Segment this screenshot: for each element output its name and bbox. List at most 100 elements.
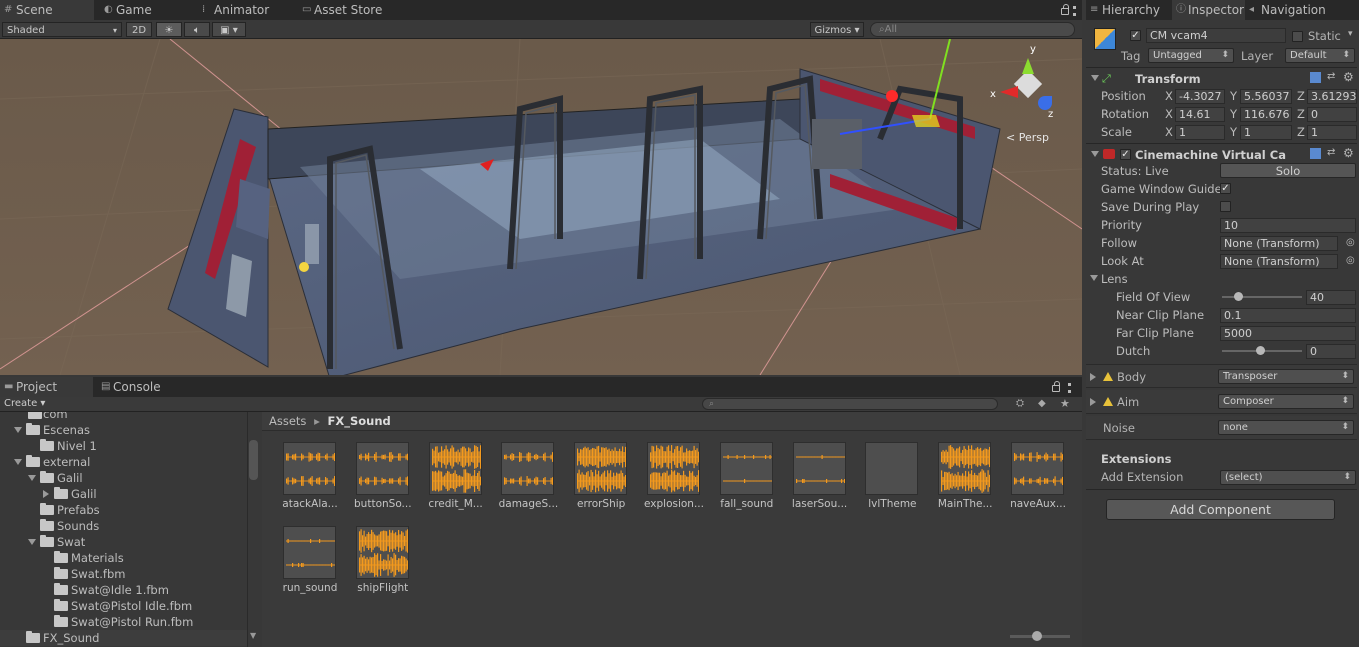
expand-arrow-icon[interactable] [1091, 151, 1099, 157]
tree-item-fx-sound[interactable]: FX_Sound [0, 630, 247, 646]
scale-y-field[interactable]: 1 [1240, 125, 1292, 140]
lock-icon[interactable] [1061, 4, 1069, 15]
tree-item-nivel1[interactable]: Nivel 1 [0, 438, 247, 454]
look-at-field[interactable]: None (Transform) [1220, 254, 1338, 269]
orientation-gizmo[interactable]: y x z [990, 44, 1070, 124]
far-clip-field[interactable]: 5000 [1220, 326, 1356, 341]
active-checkbox[interactable]: ✓ [1130, 30, 1141, 41]
tree-item-sounds[interactable]: Sounds [0, 518, 247, 534]
tab-hierarchy[interactable]: ≡ Hierarchy [1086, 0, 1172, 20]
tab-console[interactable]: ▤ Console [97, 377, 195, 397]
tab-animator[interactable]: ⁞ Animator [198, 0, 298, 20]
solo-button[interactable]: Solo [1220, 163, 1356, 178]
audio-asset[interactable]: lvlTheme [865, 442, 929, 522]
gizmos-dropdown[interactable]: Gizmos ▾ [810, 22, 864, 37]
project-search-input[interactable]: ⌕ [702, 398, 998, 410]
tree-item-galil-sub[interactable]: Galil [0, 486, 247, 502]
tab-navigation[interactable]: ◂ Navigation [1245, 0, 1331, 20]
lighting-toggle[interactable]: ☀ [156, 22, 182, 37]
aim-dropdown[interactable]: Composer [1218, 394, 1354, 409]
transform-header[interactable]: ⤢ Transform ⇄ ⚙ [1086, 70, 1359, 88]
audio-asset[interactable]: naveAux... [1010, 442, 1075, 522]
tree-item-com[interactable]: com [0, 412, 247, 422]
audio-asset[interactable]: MainThe... [938, 442, 1002, 522]
tree-item-swat[interactable]: Swat [0, 534, 247, 550]
expand-arrow-icon[interactable] [14, 427, 22, 433]
panel-menu-icon[interactable] [1068, 383, 1071, 393]
position-y-field[interactable]: 5.56037 [1240, 89, 1292, 104]
dutch-slider-knob[interactable] [1256, 346, 1265, 355]
scene-search-input[interactable]: ⌕All [870, 22, 1075, 37]
audio-asset[interactable]: explosion... [644, 442, 711, 522]
position-x-field[interactable]: -4.3027 [1175, 89, 1225, 104]
priority-field[interactable]: 10 [1220, 218, 1356, 233]
settings-gear-icon[interactable]: ⚙ [1343, 70, 1354, 84]
tree-item-swat-pistol-idle[interactable]: Swat@Pistol Idle.fbm [0, 598, 247, 614]
cinemachine-enabled-checkbox[interactable]: ✓ [1120, 149, 1131, 160]
filter-label-icon[interactable]: ◆ [1038, 398, 1046, 409]
tag-dropdown[interactable]: Untagged [1148, 48, 1234, 63]
object-name-field[interactable]: CM vcam4 [1146, 28, 1286, 43]
layer-dropdown[interactable]: Default [1285, 48, 1355, 63]
filter-type-icon[interactable]: ⛭ [1016, 398, 1024, 409]
scene-viewport[interactable]: y x z < Persp [0, 39, 1082, 375]
lens-row[interactable]: Lens [1086, 270, 1357, 288]
mode-2d-button[interactable]: 2D [126, 22, 152, 37]
collapse-arrow-icon[interactable] [43, 490, 49, 498]
scale-x-field[interactable]: 1 [1175, 125, 1225, 140]
effects-toggle[interactable]: ▣ ▾ [212, 22, 246, 37]
tree-item-escenas[interactable]: Escenas [0, 422, 247, 438]
expand-arrow-icon[interactable] [14, 459, 22, 465]
thumbnail-size-knob[interactable] [1032, 631, 1042, 641]
static-checkbox[interactable] [1292, 31, 1303, 42]
tab-game[interactable]: ◐ Game [100, 0, 198, 20]
add-extension-dropdown[interactable]: (select) [1220, 470, 1356, 485]
body-dropdown[interactable]: Transposer [1218, 369, 1354, 384]
persp-label[interactable]: < Persp [1006, 131, 1049, 144]
follow-field[interactable]: None (Transform) [1220, 236, 1338, 251]
audio-asset[interactable]: damageS... [499, 442, 565, 522]
collapse-arrow-icon[interactable] [1090, 398, 1096, 406]
preset-icon[interactable]: ⇄ [1327, 71, 1335, 82]
book-icon[interactable] [1310, 148, 1321, 159]
expand-arrow-icon[interactable] [28, 475, 36, 481]
audio-asset[interactable]: run_sound [283, 526, 347, 606]
static-dropdown-icon[interactable]: ▾ [1348, 29, 1353, 39]
audio-asset[interactable]: atackAla... [282, 442, 347, 522]
settings-gear-icon[interactable]: ⚙ [1343, 146, 1354, 160]
tab-inspector[interactable]: ⓘ Inspector [1172, 0, 1245, 20]
tab-asset-store[interactable]: ▭ Asset Store [298, 0, 408, 20]
tree-item-prefabs[interactable]: Prefabs [0, 502, 247, 518]
add-component-button[interactable]: Add Component [1106, 499, 1335, 520]
tab-scene[interactable]: # Scene [0, 0, 94, 20]
book-icon[interactable] [1310, 72, 1321, 83]
lock-icon[interactable] [1052, 381, 1060, 392]
audio-asset[interactable]: errorShip [574, 442, 638, 522]
expand-arrow-icon[interactable] [1090, 275, 1098, 281]
collapse-arrow-icon[interactable] [1090, 373, 1096, 381]
audio-asset[interactable]: buttonSo... [354, 442, 420, 522]
object-picker-icon[interactable]: ◎ [1346, 252, 1355, 270]
dutch-field[interactable]: 0 [1306, 344, 1356, 359]
save-during-play-checkbox[interactable] [1220, 201, 1231, 212]
tree-item-materials[interactable]: Materials [0, 550, 247, 566]
tree-item-swat-fbm[interactable]: Swat.fbm [0, 566, 247, 582]
position-z-field[interactable]: 3.61293 [1307, 89, 1357, 104]
favorite-star-icon[interactable]: ★ [1060, 397, 1070, 410]
rotation-y-field[interactable]: 116.676 [1240, 107, 1292, 122]
tree-item-external[interactable]: external [0, 454, 247, 470]
game-window-guides-checkbox[interactable]: ✓ [1220, 183, 1231, 194]
audio-asset[interactable]: shipFlight [355, 526, 420, 606]
tree-scroll-down-icon[interactable]: ▼ [250, 631, 256, 640]
tree-item-swat-pistol-run[interactable]: Swat@Pistol Run.fbm [0, 614, 247, 630]
tree-scrollbar-thumb[interactable] [249, 440, 258, 480]
expand-arrow-icon[interactable] [1091, 75, 1099, 81]
breadcrumb-current[interactable]: FX_Sound [328, 414, 391, 428]
breadcrumb-root[interactable]: Assets [269, 414, 306, 428]
audio-asset[interactable]: laserSou... [792, 442, 857, 522]
preset-icon[interactable]: ⇄ [1327, 147, 1335, 158]
fov-slider-knob[interactable] [1234, 292, 1243, 301]
fov-field[interactable]: 40 [1306, 290, 1356, 305]
rotation-z-field[interactable]: 0 [1307, 107, 1357, 122]
scale-z-field[interactable]: 1 [1307, 125, 1357, 140]
